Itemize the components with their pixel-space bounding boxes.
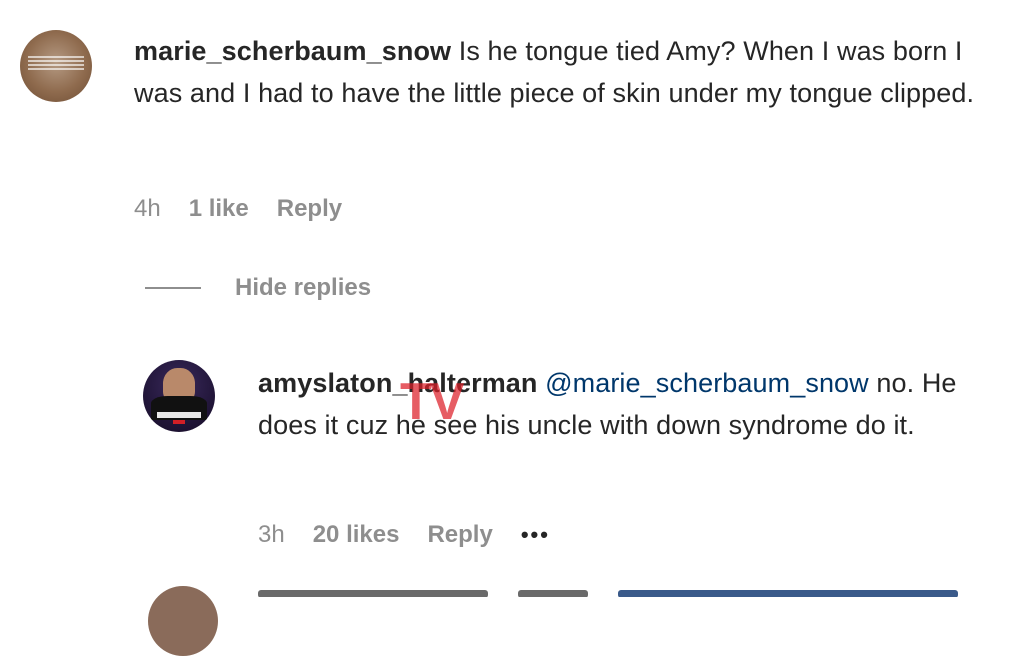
partial-text-line (618, 590, 958, 597)
partial-text-line (518, 590, 588, 597)
comment-likes[interactable]: 1 like (189, 195, 249, 223)
replies-divider (145, 287, 201, 289)
reply-button[interactable]: Reply (427, 521, 492, 549)
comment-meta: 4h 1 like Reply (134, 195, 370, 223)
reply-timestamp[interactable]: 3h (258, 521, 285, 549)
reply-button[interactable]: Reply (277, 195, 342, 223)
reply-likes[interactable]: 20 likes (313, 521, 400, 549)
hide-replies-label: Hide replies (235, 274, 372, 301)
reply-comment: amyslaton_halterman @marie_scherbaum_sno… (258, 362, 1008, 446)
hide-replies-button[interactable]: Hide replies (145, 274, 371, 302)
avatar-logo-accent (173, 420, 185, 424)
comment: marie_scherbaum_snow Is he tongue tied A… (134, 30, 1004, 114)
next-reply-partial (258, 584, 978, 597)
partial-text-line (258, 590, 488, 597)
more-options-icon[interactable]: ••• (521, 522, 550, 548)
reply-username[interactable]: amyslaton_halterman (258, 368, 538, 398)
comment-timestamp[interactable]: 4h (134, 195, 161, 223)
avatar[interactable] (143, 360, 215, 432)
avatar-logo (157, 412, 201, 418)
avatar-image (28, 56, 84, 72)
reply-meta: 3h 20 likes Reply ••• (258, 521, 578, 549)
avatar[interactable] (20, 30, 92, 102)
watermark-logo: TV (400, 373, 464, 431)
reply-mention[interactable]: @marie_scherbaum_snow (545, 368, 869, 398)
comment-username[interactable]: marie_scherbaum_snow (134, 36, 451, 66)
